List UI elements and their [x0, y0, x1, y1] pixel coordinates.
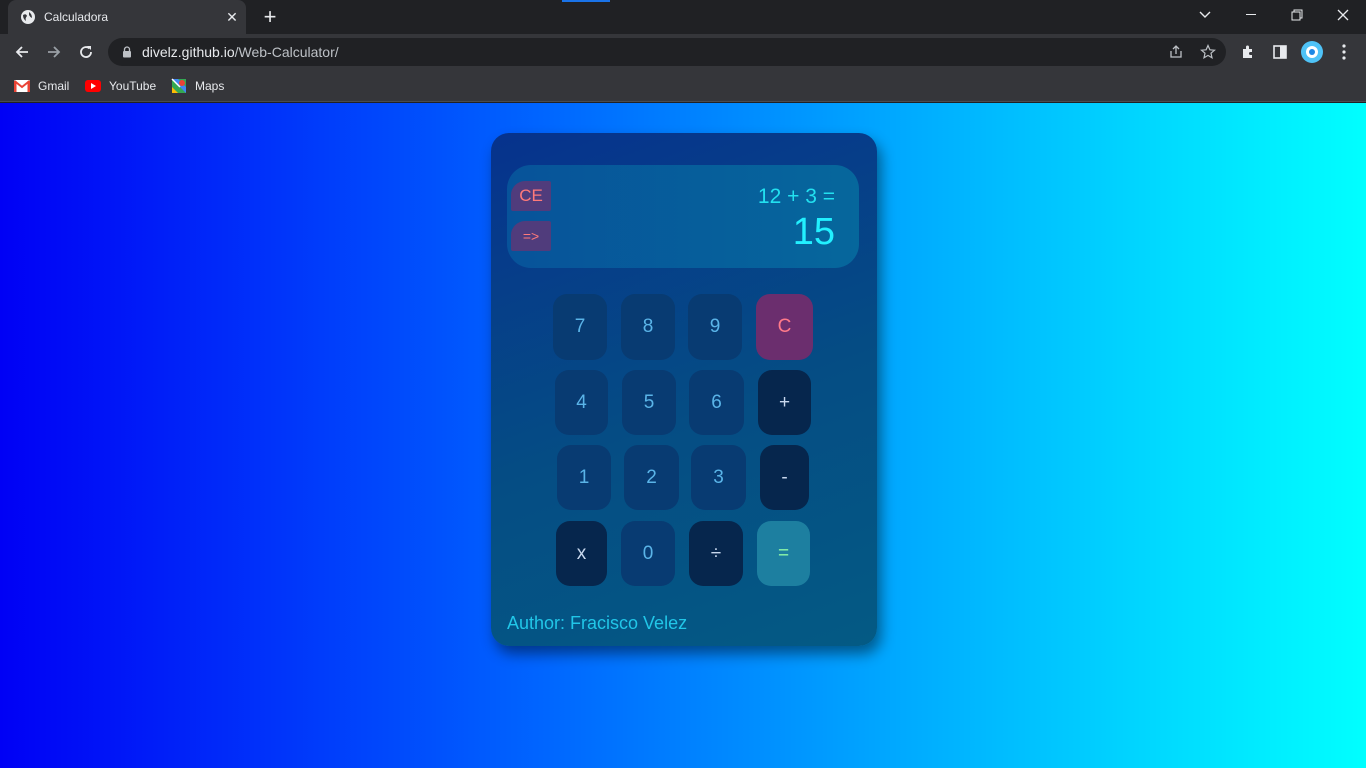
- result-text: 15: [792, 211, 835, 253]
- minimize-icon[interactable]: [1228, 0, 1274, 30]
- tab-strip: Calculadora ✕ +: [0, 0, 1366, 34]
- tab-title: Calculadora: [44, 10, 109, 24]
- clear-button[interactable]: C: [756, 294, 813, 360]
- bookmark-label: YouTube: [109, 79, 157, 93]
- key-5[interactable]: 5: [622, 370, 676, 435]
- multiply-button[interactable]: x: [556, 521, 607, 586]
- bookmark-label: Maps: [195, 79, 225, 93]
- bookmarks-bar: Gmail YouTube Maps: [0, 70, 1366, 102]
- address-bar[interactable]: divelz.github.io/Web-Calculator/: [108, 38, 1226, 66]
- lock-icon[interactable]: [120, 45, 134, 59]
- bookmark-maps[interactable]: Maps: [171, 76, 224, 96]
- backspace-button[interactable]: =>: [511, 221, 551, 251]
- tab-search-chevron-icon[interactable]: [1182, 0, 1228, 30]
- key-7[interactable]: 7: [553, 294, 607, 360]
- reload-icon[interactable]: [72, 38, 100, 66]
- bookmark-star-icon[interactable]: [1196, 40, 1220, 64]
- tab-search-indicator: [562, 0, 610, 2]
- key-8[interactable]: 8: [621, 294, 675, 360]
- page-background: CE => 12 + 3 = 15 7 8 9 C 4 5 6 + 1 2 3 …: [0, 103, 1366, 768]
- maps-icon: [171, 78, 187, 93]
- minus-button[interactable]: -: [760, 445, 809, 510]
- tab-close-icon[interactable]: ✕: [222, 7, 242, 27]
- browser-toolbar: divelz.github.io/Web-Calculator/: [0, 34, 1366, 70]
- equals-button[interactable]: =: [757, 521, 810, 586]
- plus-button[interactable]: +: [758, 370, 811, 435]
- url-host: divelz.github.io: [142, 44, 235, 60]
- youtube-icon: [85, 79, 101, 93]
- key-0[interactable]: 0: [621, 521, 675, 586]
- bookmark-label: Gmail: [38, 79, 70, 93]
- key-2[interactable]: 2: [624, 445, 679, 510]
- globe-icon: [20, 9, 36, 25]
- calculator-display: CE => 12 + 3 = 15: [507, 165, 859, 268]
- divide-button[interactable]: ÷: [689, 521, 743, 586]
- clear-entry-button[interactable]: CE: [511, 181, 551, 211]
- close-window-icon[interactable]: [1320, 0, 1366, 30]
- profile-avatar[interactable]: [1298, 38, 1326, 66]
- bookmark-gmail[interactable]: Gmail: [14, 76, 69, 96]
- forward-icon[interactable]: [40, 38, 68, 66]
- url-path: /Web-Calculator/: [234, 44, 339, 60]
- url-text: divelz.github.io/Web-Calculator/: [142, 44, 339, 60]
- side-panel-icon[interactable]: [1266, 38, 1294, 66]
- bookmark-youtube[interactable]: YouTube: [85, 76, 156, 96]
- key-1[interactable]: 1: [557, 445, 611, 510]
- author-credit: Author: Fracisco Velez: [507, 613, 688, 633]
- key-4[interactable]: 4: [555, 370, 608, 435]
- new-tab-button[interactable]: +: [258, 4, 282, 29]
- expression-text: 12 + 3 =: [757, 185, 835, 208]
- gmail-icon: [14, 79, 30, 93]
- key-3[interactable]: 3: [691, 445, 746, 510]
- key-6[interactable]: 6: [689, 370, 744, 435]
- tab-calculadora[interactable]: Calculadora ✕: [8, 0, 246, 34]
- share-icon[interactable]: [1164, 40, 1188, 64]
- menu-kebab-icon[interactable]: [1330, 38, 1358, 66]
- key-9[interactable]: 9: [688, 294, 742, 360]
- restore-icon[interactable]: [1274, 0, 1320, 30]
- calculator: CE => 12 + 3 = 15 7 8 9 C 4 5 6 + 1 2 3 …: [491, 133, 877, 646]
- extensions-icon[interactable]: [1234, 38, 1262, 66]
- back-icon[interactable]: [8, 38, 36, 66]
